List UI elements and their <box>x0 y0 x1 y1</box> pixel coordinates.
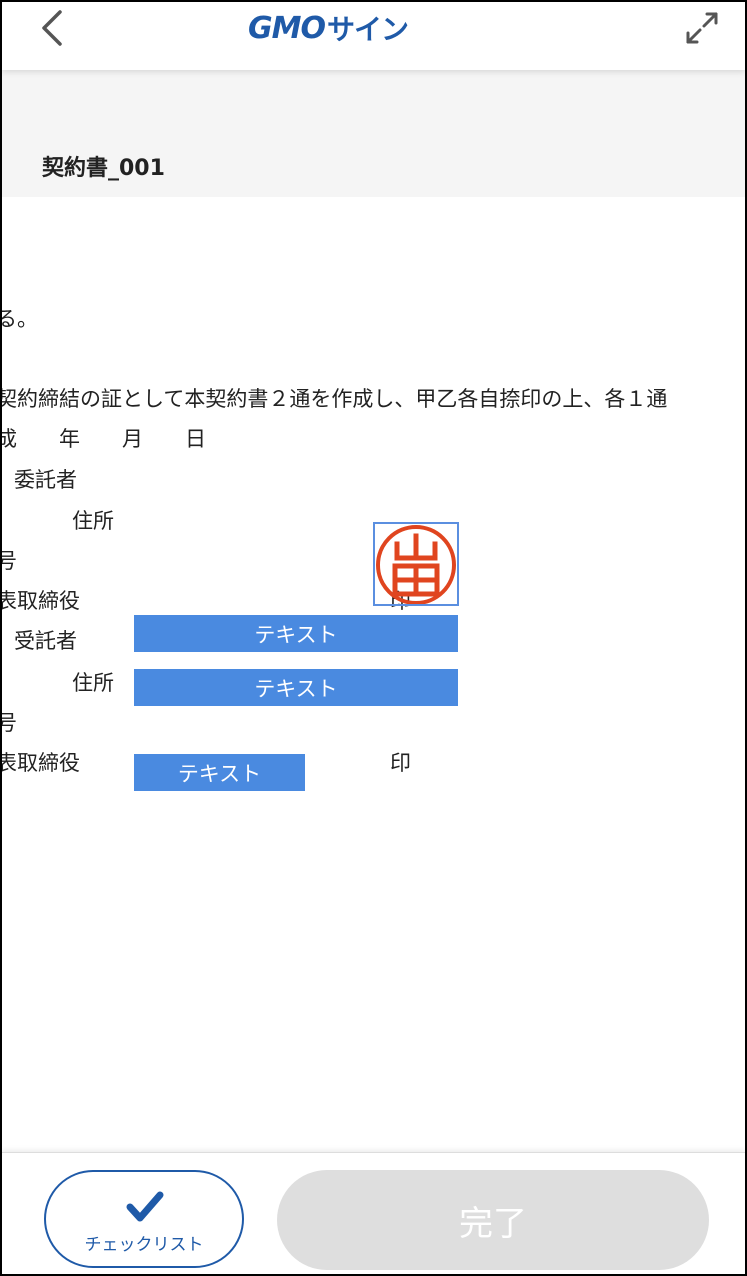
app-frame: GMO サイン 契約書_001 る。 契約締結の証として本契約書２通を作成し、甲… <box>0 0 747 1276</box>
doc-line-address: 住所 <box>72 671 114 695</box>
doc-line-director: 表取締役 <box>2 751 80 775</box>
document-viewer[interactable]: る。 契約締結の証として本契約書２通を作成し、甲乙各自捺印の上、各１通 成 年 … <box>2 197 745 1152</box>
expand-icon <box>686 12 718 44</box>
top-header: GMO サイン <box>2 2 745 70</box>
checkmark-icon <box>126 1191 164 1222</box>
logo-sign-text: サイン <box>326 13 409 46</box>
complete-button[interactable]: 完了 <box>277 1170 709 1270</box>
checklist-button[interactable]: チェックリスト <box>44 1170 244 1268</box>
doc-line-director: 表取締役 <box>2 589 80 613</box>
doc-line: 号 <box>2 545 17 575</box>
text-field-contractor-address[interactable]: テキスト <box>134 669 458 706</box>
back-button[interactable] <box>30 4 78 52</box>
text-field-contractor-name[interactable]: テキスト <box>134 615 458 652</box>
seal-mark-2: 印 <box>390 751 411 775</box>
chevron-left-icon <box>42 10 62 46</box>
bottom-action-bar: チェックリスト 完了 <box>2 1152 745 1274</box>
doc-line: 号 <box>2 707 17 737</box>
checklist-label: チェックリスト <box>84 1235 204 1255</box>
doc-line: 成 年 月 日 <box>2 427 206 451</box>
app-logo: GMO サイン <box>248 8 409 48</box>
doc-line: 契約締結の証として本契約書２通を作成し、甲乙各自捺印の上、各１通 <box>2 387 668 411</box>
document-title-band: 契約書_001 <box>2 70 745 197</box>
doc-line-consignor: 委託者 <box>14 468 77 492</box>
hanko-seal-icon <box>376 525 456 605</box>
seal-stamp[interactable] <box>373 522 459 606</box>
expand-button[interactable] <box>682 8 722 48</box>
doc-line-contractor: 受託者 <box>14 629 77 653</box>
text-field-contractor-director[interactable]: テキスト <box>134 754 305 791</box>
document-title: 契約書_001 <box>42 156 165 181</box>
logo-gmo-text: GMO <box>248 10 326 46</box>
doc-line: る。 <box>2 307 38 331</box>
doc-line-address: 住所 <box>72 509 114 533</box>
